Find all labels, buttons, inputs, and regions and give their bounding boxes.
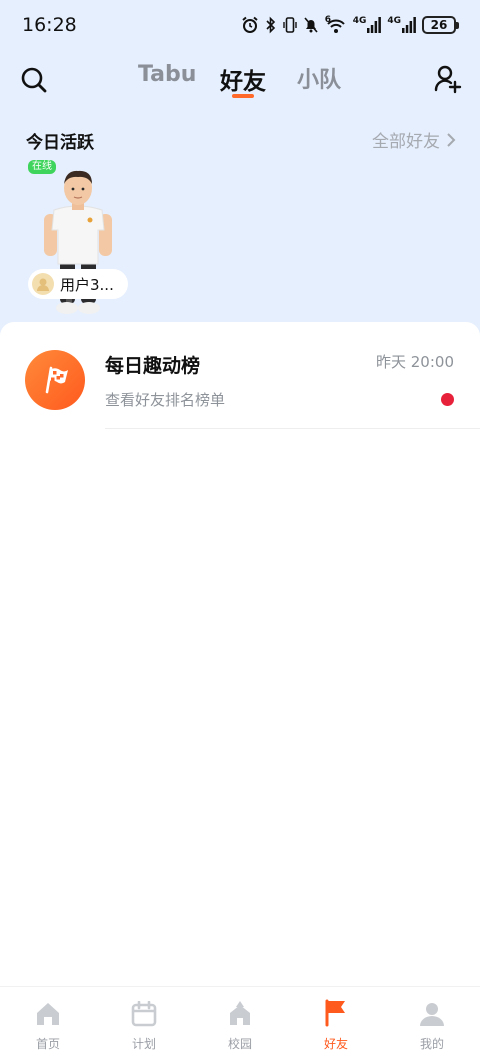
- online-status-badge: 在线: [28, 160, 56, 174]
- person-icon: [420, 1003, 444, 1026]
- ranking-avatar: [25, 350, 85, 410]
- signal-icon-2: [402, 17, 416, 33]
- nav-item-plan[interactable]: 计划: [114, 997, 174, 1055]
- all-friends-link[interactable]: 全部好友: [372, 127, 456, 152]
- net-type-2: 4G: [387, 16, 401, 26]
- home-icon: [37, 1003, 59, 1025]
- vibrate-icon: [282, 17, 297, 33]
- tab-friends[interactable]: 好友: [220, 62, 266, 96]
- nav-label-friends: 好友: [323, 1037, 348, 1051]
- wifi-icon: [326, 19, 345, 33]
- checkered-flag-icon: [45, 366, 68, 394]
- nav-label-plan: 计划: [131, 1037, 156, 1051]
- nav-item-home[interactable]: 首页: [18, 997, 78, 1055]
- add-user-icon: [434, 65, 462, 94]
- nav-item-friends[interactable]: 好友: [306, 997, 366, 1055]
- wifi-status: 6: [325, 16, 347, 34]
- tab-team[interactable]: 小队: [297, 62, 341, 94]
- top-tabs: Tabu 好友 小队: [0, 62, 480, 102]
- bottom-navigation: 首页 计划 校园 好友 我的: [0, 986, 480, 1058]
- today-active-title: 今日活跃: [26, 133, 94, 153]
- main-content-card: 每日趣动榜 查看好友排名榜单 昨天 20:00: [0, 322, 480, 986]
- alarm-icon: [242, 16, 258, 33]
- item-timestamp: 昨天 20:00: [376, 353, 454, 371]
- nav-label-campus: 校园: [227, 1037, 252, 1051]
- flag-icon: [325, 999, 345, 1027]
- item-title: 每日趣动榜: [105, 355, 201, 377]
- friend-name: 用户3...: [60, 275, 114, 294]
- net-type-1: 4G: [352, 16, 367, 26]
- calendar-icon: [131, 1001, 157, 1027]
- add-friend-button[interactable]: [434, 64, 462, 94]
- unread-dot: [441, 393, 454, 406]
- battery-indicator: 26: [422, 16, 459, 34]
- nav-item-mine[interactable]: 我的: [402, 997, 462, 1055]
- tab-tabu[interactable]: Tabu: [138, 62, 196, 87]
- active-tab-indicator: [232, 94, 254, 98]
- cellular-2: 4G: [387, 17, 416, 33]
- friend-name-pill: 用户3...: [28, 269, 128, 299]
- list-item-daily-ranking[interactable]: 每日趣动榜 查看好友排名榜单 昨天 20:00: [0, 322, 480, 430]
- status-icons: 6 4G 4G 26: [241, 14, 459, 36]
- active-friend-card[interactable]: 在线 用户3...: [26, 158, 134, 314]
- status-bar: 16:28 6 4G 4G 26: [0, 0, 480, 50]
- cellular-1: 4G: [353, 17, 382, 33]
- divider: [105, 428, 480, 429]
- status-time: 16:28: [22, 14, 77, 36]
- signal-icon: [367, 17, 382, 33]
- bluetooth-icon: [266, 16, 275, 34]
- campus-icon: [230, 1001, 250, 1025]
- user-avatar-icon: [32, 273, 54, 295]
- chevron-right-icon: [447, 132, 456, 147]
- nav-label-home: 首页: [35, 1037, 60, 1051]
- nav-label-mine: 我的: [419, 1037, 444, 1051]
- all-friends-label: 全部好友: [372, 132, 440, 152]
- mute-bell-icon: [304, 17, 318, 33]
- item-subtitle: 查看好友排名榜单: [105, 391, 226, 409]
- nav-item-campus[interactable]: 校园: [210, 997, 270, 1055]
